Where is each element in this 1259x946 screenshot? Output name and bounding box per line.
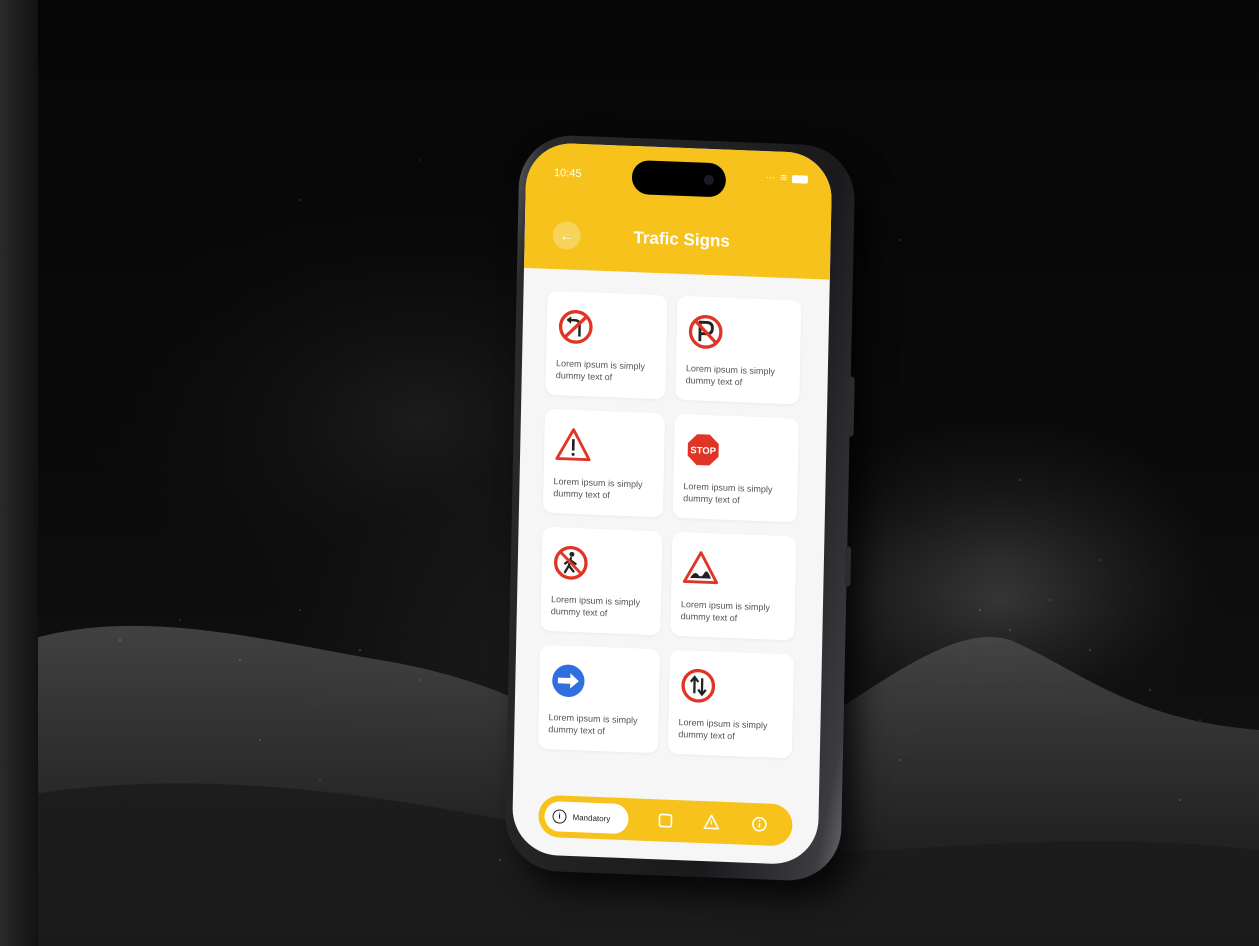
card-description: Lorem ipsum is simply dummy text of bbox=[680, 599, 771, 624]
info-circle-icon: i bbox=[552, 809, 567, 824]
side-button-lower bbox=[844, 546, 852, 587]
warning-icon[interactable] bbox=[702, 813, 720, 832]
sign-grid: Lorem ipsum is simply dummy text of Lore… bbox=[537, 290, 805, 759]
signal-icon: ··· bbox=[765, 172, 776, 184]
sign-card[interactable]: STOP Lorem ipsum is simply dummy text of bbox=[672, 413, 799, 523]
sign-card[interactable]: Lorem ipsum is simply dummy text of bbox=[545, 290, 668, 400]
sign-card[interactable]: Lorem ipsum is simply dummy text of bbox=[675, 295, 802, 405]
info-icon[interactable] bbox=[750, 815, 768, 834]
warning-triangle-icon bbox=[555, 428, 591, 462]
sign-card[interactable]: Lorem ipsum is simply dummy text of bbox=[542, 408, 665, 518]
sign-card[interactable]: Lorem ipsum is simply dummy text of bbox=[667, 649, 794, 759]
camera-icon bbox=[703, 174, 714, 186]
nav-tab-label: Mandatory bbox=[572, 812, 611, 824]
square-icon[interactable] bbox=[656, 811, 674, 830]
keep-right-icon bbox=[552, 664, 585, 697]
card-description: Lorem ipsum is simply dummy text of bbox=[555, 358, 646, 383]
stop-sign-icon: STOP bbox=[686, 432, 721, 467]
phone-mockup: 10:45 ··· ≋ ← Trafic Signs Lorem ipsum i… bbox=[504, 133, 856, 883]
two-way-traffic-icon bbox=[681, 668, 716, 703]
page-title: Trafic Signs bbox=[633, 228, 730, 251]
no-pedestrians-icon bbox=[553, 545, 588, 580]
card-description: Lorem ipsum is simply dummy text of bbox=[550, 594, 641, 619]
card-description: Lorem ipsum is simply dummy text of bbox=[678, 717, 768, 742]
uneven-road-icon bbox=[682, 551, 719, 585]
app-header: 10:45 ··· ≋ ← Trafic Signs bbox=[523, 141, 833, 280]
nav-tab-mandatory[interactable]: i Mandatory bbox=[544, 800, 629, 835]
sign-card[interactable]: Lorem ipsum is simply dummy text of bbox=[540, 526, 663, 636]
dynamic-island bbox=[631, 159, 727, 198]
bottom-nav: i Mandatory bbox=[538, 794, 793, 847]
app-screen: 10:45 ··· ≋ ← Trafic Signs Lorem ipsum i… bbox=[511, 141, 833, 866]
sign-card[interactable]: Lorem ipsum is simply dummy text of bbox=[670, 531, 797, 641]
status-time: 10:45 bbox=[553, 166, 582, 181]
wifi-icon: ≋ bbox=[779, 172, 789, 184]
left-edge-strip bbox=[0, 0, 38, 946]
card-description: Lorem ipsum is simply dummy text of bbox=[683, 481, 773, 506]
stop-sign-text: STOP bbox=[690, 445, 717, 457]
no-left-turn-icon bbox=[558, 310, 593, 344]
no-parking-icon bbox=[688, 315, 723, 349]
sign-card[interactable]: Lorem ipsum is simply dummy text of bbox=[537, 644, 661, 754]
battery-icon bbox=[791, 175, 808, 184]
status-icons: ··· ≋ bbox=[765, 172, 808, 185]
card-description: Lorem ipsum is simply dummy text of bbox=[685, 363, 776, 388]
card-description: Lorem ipsum is simply dummy text of bbox=[553, 476, 643, 501]
card-description: Lorem ipsum is simply dummy text of bbox=[548, 712, 638, 737]
side-button bbox=[847, 376, 855, 437]
